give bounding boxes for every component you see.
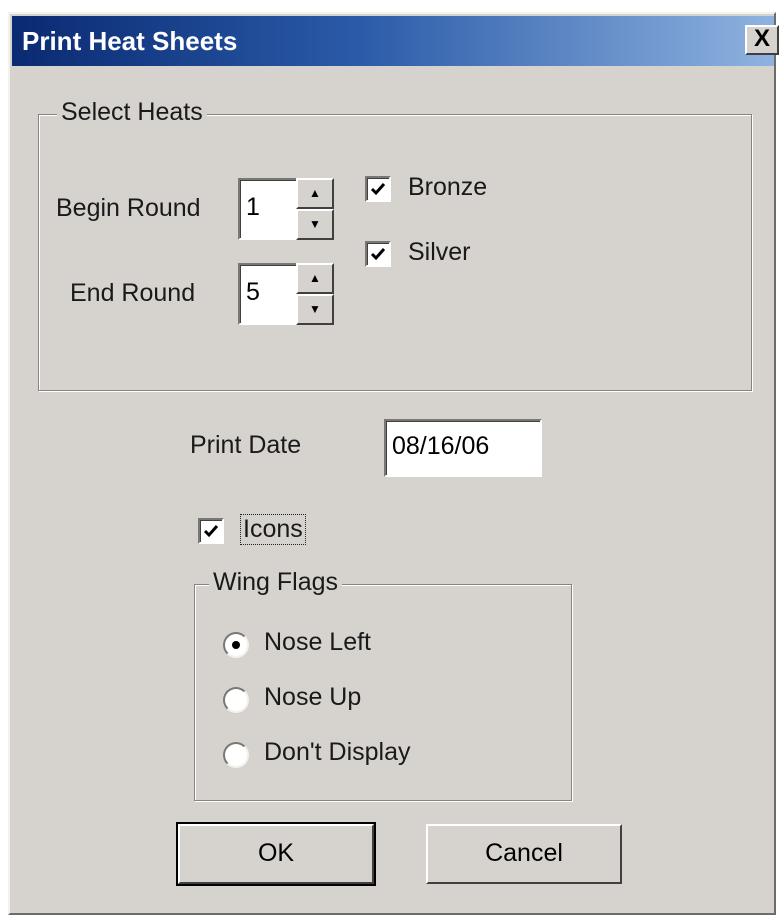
close-button[interactable]: X (745, 25, 779, 55)
end-round-down-button[interactable]: ▼ (296, 294, 334, 325)
check-icon (370, 248, 386, 261)
silver-label[interactable]: Silver (408, 238, 471, 267)
icons-checkbox[interactable] (198, 518, 224, 544)
print-date-field[interactable]: 08/16/06 (384, 419, 542, 477)
nose-left-radio[interactable] (223, 632, 249, 658)
bronze-checkbox[interactable] (365, 176, 391, 202)
begin-round-label: Begin Round (56, 194, 201, 222)
wing-flags-legend: Wing Flags (209, 568, 343, 597)
cancel-button[interactable]: Cancel (426, 824, 622, 884)
title-bar[interactable]: Print Heat Sheets X (12, 16, 779, 66)
wing-flags-group: Wing Flags (194, 568, 572, 801)
print-heat-sheets-dialog: Print Heat Sheets X Select Heats Begin R… (8, 12, 779, 915)
end-round-field[interactable]: 5 (238, 263, 298, 325)
spin-up-icon: ▲ (309, 271, 321, 285)
silver-checkbox[interactable] (365, 241, 391, 267)
spin-up-icon: ▲ (309, 186, 321, 200)
ok-button[interactable]: OK (176, 822, 376, 886)
spin-down-icon: ▼ (309, 217, 321, 231)
begin-round-up-button[interactable]: ▲ (296, 178, 334, 209)
icons-label[interactable]: Icons (240, 514, 306, 545)
window-title: Print Heat Sheets (22, 26, 238, 56)
nose-up-radio[interactable] (223, 687, 249, 713)
check-icon (203, 525, 219, 538)
close-icon: X (753, 25, 770, 52)
radio-selected-dot (232, 641, 240, 649)
select-heats-legend: Select Heats (57, 98, 207, 127)
end-round-spinner[interactable]: ▲ ▼ (296, 263, 336, 325)
dont-display-label[interactable]: Don't Display (264, 738, 411, 767)
begin-round-field[interactable]: 1 (238, 178, 298, 240)
begin-round-down-button[interactable]: ▼ (296, 209, 334, 240)
end-round-label: End Round (70, 279, 196, 307)
nose-up-label[interactable]: Nose Up (264, 683, 361, 712)
select-heats-group: Select Heats (38, 98, 752, 391)
nose-left-label[interactable]: Nose Left (264, 628, 371, 657)
check-icon (370, 183, 386, 196)
spin-down-icon: ▼ (309, 302, 321, 316)
dont-display-radio[interactable] (223, 742, 249, 768)
bronze-label[interactable]: Bronze (408, 173, 487, 202)
end-round-up-button[interactable]: ▲ (296, 263, 334, 294)
begin-round-spinner[interactable]: ▲ ▼ (296, 178, 336, 240)
print-date-label: Print Date (190, 431, 302, 459)
